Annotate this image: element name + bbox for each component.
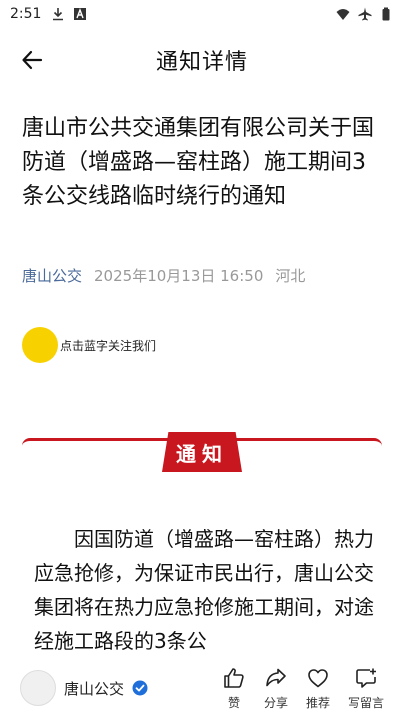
header: 通知详情 xyxy=(0,36,404,84)
follow-prompt[interactable]: 点击蓝字关注我们 xyxy=(22,327,156,363)
page-title: 通知详情 xyxy=(155,50,248,75)
meta-date: 2025年10月13日 16:50 xyxy=(94,267,264,285)
download-icon xyxy=(53,8,64,21)
status-bar: 2:51 xyxy=(0,0,404,28)
share-button[interactable]: 分享 xyxy=(264,666,288,711)
heart-icon xyxy=(308,668,328,687)
verified-icon xyxy=(132,680,148,696)
comment-label: 写留言 xyxy=(347,695,384,710)
recommend-label: 推荐 xyxy=(305,695,330,710)
like-button[interactable]: 赞 xyxy=(222,666,246,711)
status-time: 2:51 xyxy=(10,6,42,22)
article-meta: 唐山公交 2025年10月13日 16:50 河北 xyxy=(22,265,382,286)
banner-label: 通知 xyxy=(162,432,242,472)
article-body: 因国防道（增盛路—窑柱路）热力应急抢修，为保证市民出行，唐山公交集团将在热力应急… xyxy=(34,527,374,653)
account-name[interactable]: 唐山公交 xyxy=(64,678,124,699)
avatar[interactable] xyxy=(20,670,56,706)
share-icon xyxy=(266,668,286,686)
bottom-account[interactable]: 唐山公交 xyxy=(20,670,148,706)
recommend-button[interactable]: 推荐 xyxy=(306,666,330,711)
share-label: 分享 xyxy=(263,695,288,710)
meta-region: 河北 xyxy=(275,267,306,285)
follow-text: 点击蓝字关注我们 xyxy=(60,338,157,353)
article-title: 唐山市公共交通集团有限公司关于国防道（增盛路—窑柱路）施工期间3条公交线路临时绕… xyxy=(22,116,375,209)
app-icon xyxy=(74,8,87,20)
bottom-bar: 唐山公交 赞 分享 推荐 写留言 xyxy=(0,656,404,720)
status-right-icons xyxy=(336,7,394,21)
like-label: 赞 xyxy=(227,695,240,710)
back-button[interactable] xyxy=(16,44,48,76)
notice-banner: 通知 xyxy=(22,432,382,472)
comment-icon xyxy=(356,668,376,688)
action-bar: 赞 分享 推荐 写留言 xyxy=(222,666,384,711)
arrow-left-icon xyxy=(22,50,43,70)
follow-dot-icon xyxy=(22,327,58,363)
airplane-icon xyxy=(358,7,372,21)
thumbs-up-icon xyxy=(224,667,244,688)
comment-button[interactable]: 写留言 xyxy=(348,666,384,711)
battery-icon xyxy=(382,7,390,21)
wifi-icon xyxy=(336,9,350,20)
meta-account-link[interactable]: 唐山公交 xyxy=(22,265,82,286)
status-left-icons xyxy=(51,7,87,21)
